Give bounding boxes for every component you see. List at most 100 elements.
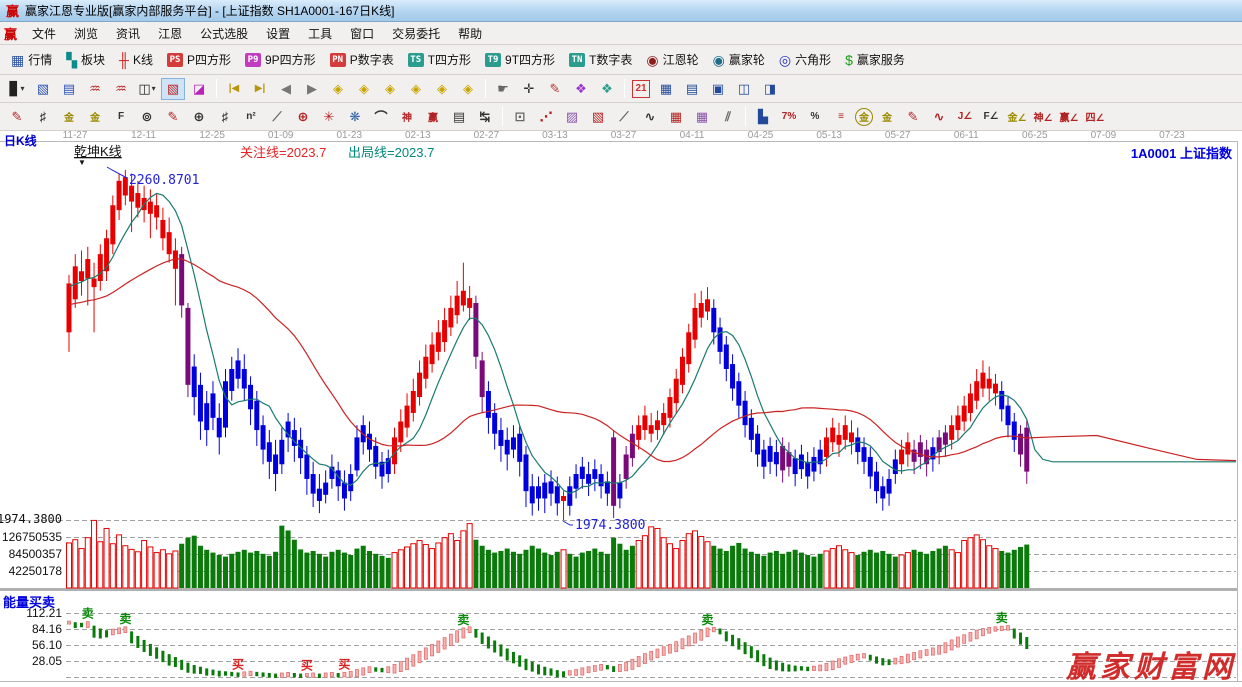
- toolbar-button-P四方形[interactable]: PSP四方形: [160, 48, 238, 72]
- menu-item-3[interactable]: 江恩: [149, 22, 191, 45]
- network-icon[interactable]: ◫: [732, 78, 756, 100]
- target-icon[interactable]: ⊕: [291, 106, 315, 128]
- mark-pencil-icon[interactable]: ✎: [543, 78, 567, 100]
- draw-pencil2-icon[interactable]: ✎: [161, 106, 185, 128]
- toolbar-button-9T四方形[interactable]: T99T四方形: [478, 48, 562, 72]
- toolbar-button-赢家轮[interactable]: ◉赢家轮: [706, 48, 772, 72]
- window-layout-icon[interactable]: ▧: [31, 78, 55, 100]
- grid-purple-icon[interactable]: ▨: [560, 106, 584, 128]
- pencil3-icon[interactable]: ✎: [901, 106, 925, 128]
- ying-angle-icon[interactable]: 赢∠: [1057, 106, 1081, 128]
- fan-lines-icon[interactable]: ⋰: [534, 106, 558, 128]
- last-page-icon[interactable]: ▶|: [248, 78, 272, 100]
- menu-item-2[interactable]: 资讯: [107, 22, 149, 45]
- mode-dropdown-arrow-icon[interactable]: ▼: [78, 158, 86, 167]
- menu-item-8[interactable]: 交易委托: [383, 22, 449, 45]
- gold-grid-icon[interactable]: 金: [57, 106, 81, 128]
- menu-item-0[interactable]: 文件: [23, 22, 65, 45]
- ruler-icon[interactable]: ▤: [447, 106, 471, 128]
- gold-grid2-icon[interactable]: 金: [83, 106, 107, 128]
- toolbar-button-江恩轮[interactable]: ◉江恩轮: [639, 48, 705, 72]
- grid-red-icon[interactable]: ▧: [586, 106, 610, 128]
- si-angle-icon[interactable]: 四∠: [1083, 106, 1107, 128]
- candle-style-dropdown[interactable]: ◫▾: [135, 78, 159, 100]
- span-icon[interactable]: ↹: [473, 106, 497, 128]
- menu-item-7[interactable]: 窗口: [341, 22, 383, 45]
- circle-grid-icon[interactable]: ⊕: [187, 106, 211, 128]
- bar-grid-icon[interactable]: ♯: [213, 106, 237, 128]
- f-angle-icon[interactable]: F∠: [979, 106, 1003, 128]
- toolbar-button-T数字表[interactable]: TNT数字表: [562, 48, 639, 72]
- kline-mode-label[interactable]: 乾坤K线: [74, 144, 122, 159]
- menu-item-6[interactable]: 工具: [299, 22, 341, 45]
- matrix-purple-icon[interactable]: ▦: [690, 106, 714, 128]
- toolbar-label: P数字表: [350, 51, 394, 68]
- indicator-title[interactable]: 能量买卖: [3, 595, 55, 610]
- brain-purple-icon[interactable]: ❖: [569, 78, 593, 100]
- diamond-right-icon[interactable]: ◈: [352, 78, 376, 100]
- shen-angle-icon[interactable]: 神∠: [1031, 106, 1055, 128]
- web-blue-icon[interactable]: ❋: [343, 106, 367, 128]
- diamond-all-icon[interactable]: ◈: [456, 78, 480, 100]
- toolbar-button-T四方形[interactable]: TST四方形: [401, 48, 478, 72]
- prev-icon[interactable]: ◀: [274, 78, 298, 100]
- ma9-icon[interactable]: ♒: [109, 78, 133, 100]
- matrix-red-icon[interactable]: ▦: [664, 106, 688, 128]
- pan-hand-icon[interactable]: ☛: [491, 78, 515, 100]
- scale-icon[interactable]: ▙: [751, 106, 775, 128]
- quote-list-icon[interactable]: ▤: [57, 78, 81, 100]
- toolbar-button-P数字表[interactable]: PNP数字表: [323, 48, 401, 72]
- diamond-expand-icon[interactable]: ◈: [378, 78, 402, 100]
- crosshair-icon[interactable]: ✛: [517, 78, 541, 100]
- ying-tool-icon[interactable]: 赢: [421, 106, 445, 128]
- toolbar-button-板块[interactable]: ▚板块: [59, 48, 112, 72]
- diamond-center-icon[interactable]: ◈: [404, 78, 428, 100]
- toolbar-button-行情[interactable]: ▦行情: [4, 48, 59, 72]
- arc-icon[interactable]: ⌒: [369, 106, 393, 128]
- draw-pencil-icon[interactable]: ✎: [5, 106, 29, 128]
- next-icon[interactable]: ▶: [300, 78, 324, 100]
- active-chart-icon[interactable]: ▧: [161, 78, 185, 100]
- percent7-icon[interactable]: 7%: [777, 106, 801, 128]
- toolbar-button-赢家服务[interactable]: $赢家服务: [838, 48, 912, 72]
- gold-circle-icon[interactable]: 金: [855, 108, 873, 126]
- menu-item-4[interactable]: 公式选股: [191, 22, 257, 45]
- menu-item-1[interactable]: 浏览: [65, 22, 107, 45]
- diamond-left-icon[interactable]: ◈: [326, 78, 350, 100]
- percent-icon[interactable]: %: [803, 106, 827, 128]
- menu-item-9[interactable]: 帮助: [449, 22, 491, 45]
- wave-icon[interactable]: ∿: [638, 106, 662, 128]
- color-chart-icon[interactable]: ◪: [187, 78, 211, 100]
- diamond-star-icon[interactable]: ◈: [430, 78, 454, 100]
- parallel-icon[interactable]: ⫽: [716, 106, 740, 128]
- save-icon[interactable]: ▣: [706, 78, 730, 100]
- levels-icon[interactable]: ≡: [829, 106, 853, 128]
- menu-item-5[interactable]: 设置: [257, 22, 299, 45]
- wave-gold-icon[interactable]: ∿: [927, 106, 951, 128]
- calculator-icon[interactable]: ▦: [654, 78, 678, 100]
- toolbar-button-K线[interactable]: ╫K线: [112, 48, 160, 72]
- spiral-icon[interactable]: ⊚: [135, 106, 159, 128]
- device-icon[interactable]: ◨: [758, 78, 782, 100]
- chart-canvas[interactable]: 11-2712-1112-2501-0901-2302-1302-2703-13…: [0, 131, 1242, 682]
- calendar-icon[interactable]: 21: [632, 80, 650, 98]
- fibo-icon[interactable]: F: [109, 106, 133, 128]
- j-angle-icon[interactable]: J∠: [953, 106, 977, 128]
- angle-icon[interactable]: ⟋: [265, 106, 289, 128]
- web-icon[interactable]: ✳: [317, 106, 341, 128]
- n2-icon[interactable]: n²: [239, 106, 263, 128]
- shen-tool-icon[interactable]: 神: [395, 106, 419, 128]
- gold-level-icon[interactable]: 金: [875, 106, 899, 128]
- period-label[interactable]: 日K线: [4, 133, 37, 148]
- brain-teal-icon[interactable]: ❖: [595, 78, 619, 100]
- notes-icon[interactable]: ▤: [680, 78, 704, 100]
- box-tool-icon[interactable]: ⊡: [508, 106, 532, 128]
- gold-angle-icon[interactable]: 金∠: [1005, 106, 1029, 128]
- grid-lines-icon[interactable]: ♯: [31, 106, 55, 128]
- toolbar-button-六角形[interactable]: ◎六角形: [772, 48, 838, 72]
- toolbar-button-9P四方形[interactable]: P99P四方形: [238, 48, 323, 72]
- trend-line-icon[interactable]: ⟋: [612, 106, 636, 128]
- chart-type-dropdown[interactable]: ▊▾: [5, 78, 29, 100]
- ma3-icon[interactable]: ♒: [83, 78, 107, 100]
- first-page-icon[interactable]: |◀: [222, 78, 246, 100]
